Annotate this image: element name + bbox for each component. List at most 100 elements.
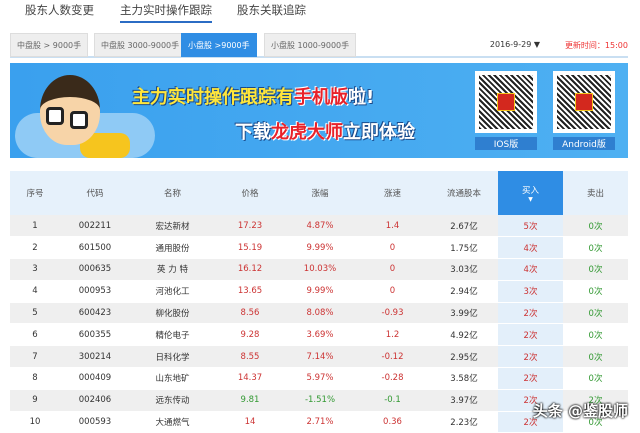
cell-change-pct: 7.14% [285, 345, 355, 369]
cell-name[interactable]: 河池化工 [130, 280, 215, 303]
cell-name[interactable]: 精伦电子 [130, 323, 215, 347]
table-row[interactable]: 3 000635 英 力 特 16.12 10.03% 0 3.03亿 4次 0次 [10, 258, 628, 281]
sort-desc-icon: ▼ [528, 195, 533, 203]
cell-index: 4 [10, 280, 60, 303]
header-float-shares[interactable]: 流通股本 [430, 171, 498, 215]
cell-change-pct: 9.99% [285, 236, 355, 260]
cell-change-pct: -1.51% [285, 389, 355, 412]
cell-speed: -0.28 [355, 367, 430, 390]
cell-change-pct: 4.87% [285, 215, 355, 238]
header-index[interactable]: 序号 [10, 171, 60, 215]
cell-code[interactable]: 600423 [60, 302, 130, 325]
header-buy-label: 买入 [521, 185, 539, 196]
cell-name[interactable]: 英 力 特 [130, 258, 215, 281]
header-code[interactable]: 代码 [60, 171, 130, 215]
header-price[interactable]: 价格 [215, 171, 285, 215]
cell-sell: 0次 [563, 323, 628, 347]
table-row[interactable]: 4 000953 河池化工 13.65 9.99% 0 2.94亿 3次 0次 [10, 280, 628, 303]
cell-buy: 4次 [498, 236, 563, 260]
qr-label-ios: IOS版 [475, 137, 537, 150]
cell-index: 10 [10, 411, 60, 433]
cell-float-shares: 1.75亿 [430, 236, 498, 260]
top-tabs: 股东人数变更 主力实时操作跟踪 股东关联追踪 [0, 0, 640, 24]
cell-code[interactable]: 300214 [60, 345, 130, 369]
cell-buy: 2次 [498, 345, 563, 369]
cell-float-shares: 3.97亿 [430, 389, 498, 412]
header-sell[interactable]: 卖出 [563, 171, 628, 215]
cell-sell: 0次 [563, 302, 628, 325]
cell-index: 9 [10, 389, 60, 412]
tab-main-force-tracking[interactable]: 主力实时操作跟踪 [120, 2, 212, 23]
subtab-small-gt9000[interactable]: 小盘股 >9000手 [181, 33, 257, 57]
cell-sell: 0次 [563, 345, 628, 369]
cell-name[interactable]: 柳化股份 [130, 302, 215, 325]
table-row[interactable]: 7 300214 日科化学 8.55 7.14% -0.12 2.95亿 2次 0次 [10, 345, 628, 369]
cell-price: 17.23 [215, 215, 285, 238]
table-row[interactable]: 5 600423 柳化股份 8.56 8.08% -0.93 3.99亿 2次 0次 [10, 302, 628, 325]
cell-code[interactable]: 000953 [60, 280, 130, 303]
cell-name[interactable]: 宏达新材 [130, 215, 215, 238]
app-promo-banner[interactable]: 主力实时操作跟踪有手机版啦! 下载龙虎大师立即体验 IOS版 Android版 [10, 63, 628, 158]
cell-speed: 0 [355, 280, 430, 303]
cell-change-pct: 9.99% [285, 280, 355, 303]
cell-index: 2 [10, 236, 60, 260]
cell-price: 8.55 [215, 345, 285, 369]
cell-name[interactable]: 日科化学 [130, 345, 215, 369]
subtab-small-1000-9000[interactable]: 小盘股 1000-9000手 [264, 33, 357, 57]
cell-price: 14.37 [215, 367, 285, 390]
cell-buy: 3次 [498, 280, 563, 303]
cell-sell: 0次 [563, 236, 628, 260]
tab-shareholder-link[interactable]: 股东关联追踪 [237, 2, 306, 18]
cell-index: 1 [10, 215, 60, 238]
table-row[interactable]: 2 601500 通用股份 15.19 9.99% 0 1.75亿 4次 0次 [10, 236, 628, 260]
cell-speed: -0.12 [355, 345, 430, 369]
cell-change-pct: 5.97% [285, 367, 355, 390]
header-buy[interactable]: 买入 ▼ [498, 171, 563, 215]
cell-code[interactable]: 002211 [60, 215, 130, 238]
cell-sell: 0次 [563, 280, 628, 303]
cartoon-character [40, 75, 100, 145]
cell-buy: 2次 [498, 323, 563, 347]
sub-tab-bar: 中盘股 > 9000手 中盘股 3000-9000手 小盘股 >9000手 小盘… [10, 32, 628, 58]
header-speed[interactable]: 涨速 [355, 171, 430, 215]
date-select[interactable]: 2016-9-29 ▼ [490, 40, 540, 49]
table-row[interactable]: 8 000409 山东地矿 14.37 5.97% -0.28 3.58亿 2次 0次 [10, 367, 628, 390]
banner-headline: 主力实时操作跟踪有手机版啦! [132, 87, 375, 108]
tab-shareholder-count[interactable]: 股东人数变更 [25, 2, 94, 18]
cell-speed: 0.36 [355, 411, 430, 433]
cell-buy: 5次 [498, 215, 563, 238]
cell-code[interactable]: 601500 [60, 236, 130, 260]
cell-code[interactable]: 600355 [60, 323, 130, 347]
cell-float-shares: 3.99亿 [430, 302, 498, 325]
cell-index: 7 [10, 345, 60, 369]
cell-speed: 0 [355, 236, 430, 260]
cell-name[interactable]: 大通燃气 [130, 411, 215, 433]
cell-float-shares: 2.23亿 [430, 411, 498, 433]
cell-code[interactable]: 002406 [60, 389, 130, 412]
cell-price: 8.56 [215, 302, 285, 325]
table-row[interactable]: 1 002211 宏达新材 17.23 4.87% 1.4 2.67亿 5次 0次 [10, 215, 628, 238]
cell-speed: -0.93 [355, 302, 430, 325]
cell-code[interactable]: 000635 [60, 258, 130, 281]
header-change-pct[interactable]: 涨幅 [285, 171, 355, 215]
cell-buy: 4次 [498, 258, 563, 281]
subtab-mid-gt9000[interactable]: 中盘股 > 9000手 [10, 33, 89, 57]
cell-float-shares: 3.58亿 [430, 367, 498, 390]
cell-name[interactable]: 远东传动 [130, 389, 215, 412]
cell-price: 9.28 [215, 323, 285, 347]
banner-subline: 下载龙虎大师立即体验 [235, 122, 415, 143]
cell-change-pct: 2.71% [285, 411, 355, 433]
cell-code[interactable]: 000409 [60, 367, 130, 390]
cell-price: 16.12 [215, 258, 285, 281]
cell-buy: 2次 [498, 367, 563, 390]
cell-code[interactable]: 000593 [60, 411, 130, 433]
subtab-mid-3000-9000[interactable]: 中盘股 3000-9000手 [94, 33, 187, 57]
table-row[interactable]: 6 600355 精伦电子 9.28 3.69% 1.2 4.92亿 2次 0次 [10, 323, 628, 347]
cell-name[interactable]: 通用股份 [130, 236, 215, 260]
cell-sell: 0次 [563, 215, 628, 238]
qr-code-android [553, 71, 615, 133]
cell-change-pct: 3.69% [285, 323, 355, 347]
cell-name[interactable]: 山东地矿 [130, 367, 215, 390]
header-name[interactable]: 名称 [130, 171, 215, 215]
cell-price: 9.81 [215, 389, 285, 412]
